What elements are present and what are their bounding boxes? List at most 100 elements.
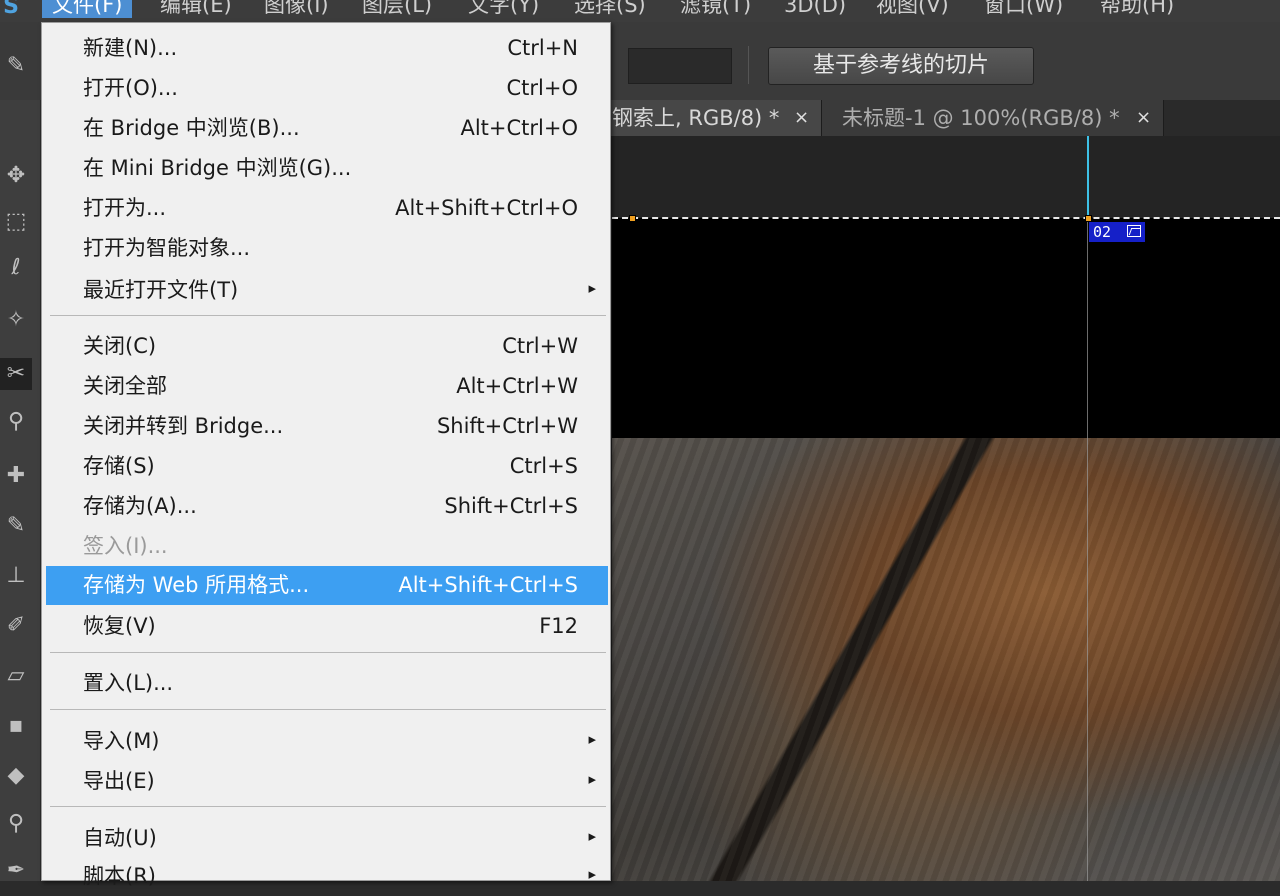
menu-separator — [50, 806, 606, 807]
menu-item-browse-mini-bridge[interactable]: 在 Mini Bridge 中浏览(G)... — [46, 149, 608, 188]
menu-item-shortcut: Alt+Ctrl+O — [460, 116, 578, 140]
healing-brush-tool-icon[interactable]: ✚ — [0, 460, 32, 492]
menu-item-open-as-smart-object[interactable]: 打开为智能对象... — [46, 229, 608, 268]
menu-item-label: 关闭(C) — [83, 334, 157, 358]
image-slice-icon — [1127, 225, 1141, 237]
menu-item-label: 签入(I)... — [83, 534, 168, 558]
menu-item-label: 自动(U) — [83, 826, 157, 850]
dodge-tool-icon[interactable]: ⚲ — [0, 808, 32, 840]
slice-anchor-handle[interactable] — [629, 215, 636, 222]
pen-tool-icon[interactable]: ✒ — [0, 855, 32, 887]
menu-item-shortcut: Alt+Shift+Ctrl+S — [398, 573, 578, 597]
menu-item-label: 最近打开文件(T) — [83, 278, 239, 302]
menu-item-shortcut: Ctrl+W — [502, 334, 578, 358]
brush-tool-icon[interactable]: ✎ — [0, 510, 32, 542]
menu-item-label: 导出(E) — [83, 769, 155, 793]
menu-item-label: 在 Mini Bridge 中浏览(G)... — [83, 156, 352, 180]
submenu-arrow-icon: ▸ — [588, 865, 596, 883]
document-tab[interactable]: 未标题-1 @ 100%(RGB/8) * × — [822, 100, 1164, 136]
move-tool-icon[interactable]: ✥ — [0, 160, 32, 192]
tools-panel: ✎ ✥ ⬚ ℓ ✧ ✂ ⚲ ✚ ✎ ⊥ ✐ ▱ ▪ ◆ ⚲ ✒ — [0, 53, 41, 883]
menu-item-label: 关闭全部 — [83, 374, 167, 398]
menu-item-shortcut: Ctrl+O — [506, 76, 579, 100]
document-black-region — [612, 218, 1280, 438]
menu-item-label: 恢复(V) — [83, 614, 156, 638]
menu-item-open[interactable]: 打开(O)... Ctrl+O — [46, 69, 608, 108]
menu-item-open-recent[interactable]: 最近打开文件(T) ▸ — [46, 271, 608, 310]
menu-item-revert[interactable]: 恢复(V) F12 — [46, 607, 608, 646]
menu-item-label: 关闭并转到 Bridge... — [83, 414, 284, 438]
menu-item-label: 打开为... — [83, 196, 167, 220]
menu-3d[interactable]: 3D(D) — [774, 0, 856, 18]
menu-item-label: 存储(S) — [83, 454, 155, 478]
menu-view[interactable]: 视图(V) — [866, 0, 959, 18]
horizontal-guide[interactable] — [612, 217, 1280, 219]
menu-item-open-as[interactable]: 打开为... Alt+Shift+Ctrl+O — [46, 189, 608, 228]
menu-layer[interactable]: 图层(L) — [352, 0, 442, 18]
menu-edit[interactable]: 编辑(E) — [150, 0, 242, 18]
slices-from-guides-button[interactable]: 基于参考线的切片 — [768, 47, 1034, 85]
menu-item-shortcut: Ctrl+S — [509, 454, 578, 478]
options-separator — [748, 46, 749, 84]
menu-help[interactable]: 帮助(H) — [1090, 0, 1184, 18]
close-icon[interactable]: × — [1136, 100, 1151, 136]
document-photo — [612, 438, 1280, 881]
menu-item-browse-bridge[interactable]: 在 Bridge 中浏览(B)... Alt+Ctrl+O — [46, 109, 608, 148]
lasso-tool-icon[interactable]: ℓ — [0, 252, 32, 284]
menu-item-close-go-to-bridge[interactable]: 关闭并转到 Bridge... Shift+Ctrl+W — [46, 407, 608, 446]
options-field[interactable] — [628, 48, 732, 84]
menu-item-shortcut: Ctrl+N — [507, 36, 578, 60]
marquee-tool-icon[interactable]: ⬚ — [0, 206, 32, 238]
menu-item-scripts[interactable]: 脚本(R) ▸ — [46, 857, 608, 896]
stamp-tool-icon[interactable]: ⊥ — [0, 560, 32, 592]
menu-item-close[interactable]: 关闭(C) Ctrl+W — [46, 327, 608, 366]
magic-wand-tool-icon[interactable]: ✧ — [0, 304, 32, 336]
close-icon[interactable]: × — [794, 100, 809, 136]
menu-item-label: 导入(M) — [83, 729, 160, 753]
menu-item-label: 脚本(R) — [83, 864, 156, 888]
menu-item-label: 存储为 Web 所用格式... — [83, 573, 310, 597]
blur-tool-icon[interactable]: ◆ — [0, 760, 32, 792]
menu-item-new[interactable]: 新建(N)... Ctrl+N — [46, 29, 608, 68]
vertical-guide[interactable] — [1087, 220, 1088, 881]
menu-item-shortcut: F12 — [539, 614, 578, 638]
eyedropper-tool-icon[interactable]: ⚲ — [0, 406, 32, 438]
menu-item-shortcut: Shift+Ctrl+W — [436, 414, 578, 438]
menu-filter[interactable]: 滤镜(T) — [670, 0, 761, 18]
menu-item-save[interactable]: 存储(S) Ctrl+S — [46, 447, 608, 486]
menu-item-close-all[interactable]: 关闭全部 Alt+Ctrl+W — [46, 367, 608, 406]
eraser-tool-icon[interactable]: ▱ — [0, 660, 32, 692]
brush-tool-icon[interactable]: ✎ — [0, 50, 32, 82]
menu-item-label: 置入(L)... — [83, 671, 174, 695]
submenu-arrow-icon: ▸ — [588, 279, 596, 297]
slice-tool-icon[interactable]: ✂ — [0, 358, 32, 390]
menu-item-import[interactable]: 导入(M) ▸ — [46, 722, 608, 761]
tab-label: 钢索上, RGB/8) * — [612, 106, 780, 130]
history-brush-tool-icon[interactable]: ✐ — [0, 610, 32, 642]
submenu-arrow-icon: ▸ — [588, 730, 596, 748]
gradient-tool-icon[interactable]: ▪ — [0, 710, 32, 742]
menu-item-save-for-web[interactable]: 存储为 Web 所用格式... Alt+Shift+Ctrl+S — [46, 566, 608, 605]
menu-item-label: 存储为(A)... — [83, 494, 197, 518]
menu-type[interactable]: 文字(Y) — [458, 0, 549, 18]
vertical-guide-highlight[interactable] — [1087, 136, 1089, 220]
menu-window[interactable]: 窗口(W) — [974, 0, 1073, 18]
menu-item-check-in: 签入(I)... — [46, 527, 608, 566]
menu-item-shortcut: Alt+Ctrl+W — [456, 374, 578, 398]
menu-item-shortcut: Shift+Ctrl+S — [444, 494, 578, 518]
photoshop-logo: S — [3, 0, 19, 19]
menu-item-label: 在 Bridge 中浏览(B)... — [83, 116, 300, 140]
menu-file[interactable]: 文件(F) — [42, 0, 133, 18]
menu-item-save-as[interactable]: 存储为(A)... Shift+Ctrl+S — [46, 487, 608, 526]
menu-item-place[interactable]: 置入(L)... — [46, 664, 608, 703]
menu-item-label: 打开为智能对象... — [83, 236, 251, 260]
slice-anchor-handle[interactable] — [1085, 215, 1092, 222]
document-tab[interactable]: 钢索上, RGB/8) * × — [600, 100, 822, 136]
menu-item-shortcut: Alt+Shift+Ctrl+O — [395, 196, 578, 220]
menu-item-export[interactable]: 导出(E) ▸ — [46, 762, 608, 801]
menu-separator — [50, 315, 606, 316]
menu-item-label: 打开(O)... — [83, 76, 178, 100]
menu-select[interactable]: 选择(S) — [564, 0, 656, 18]
menu-item-automate[interactable]: 自动(U) ▸ — [46, 819, 608, 858]
menu-image[interactable]: 图像(I) — [254, 0, 339, 18]
